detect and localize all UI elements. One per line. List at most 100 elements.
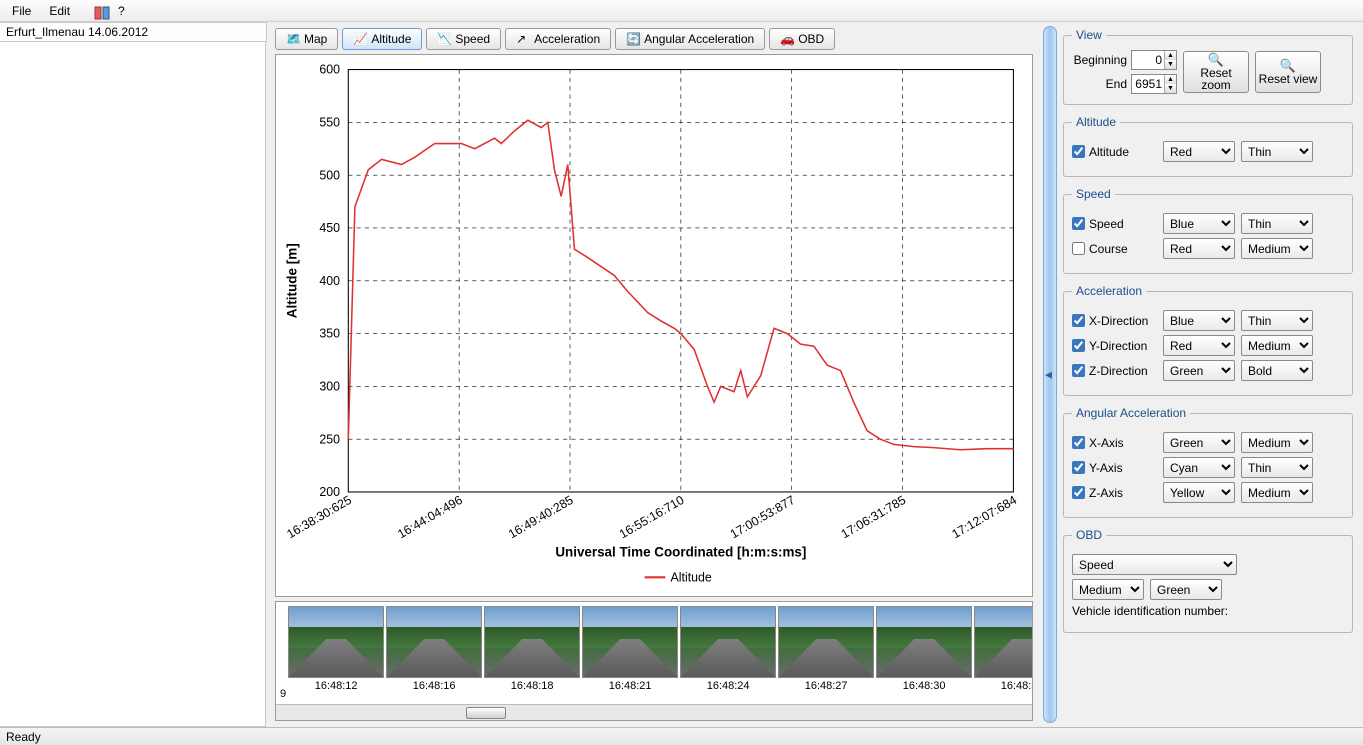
tab-obd[interactable]: 🚗OBD [769,28,835,50]
accel-checkbox-label[interactable]: X-Direction [1072,314,1157,328]
thumbnail-item[interactable]: 16:48:33 [974,606,1032,700]
obd-color-select[interactable]: Green [1150,579,1222,600]
svg-text:Universal Time Coordinated [h:: Universal Time Coordinated [h:m:s:ms] [555,544,806,559]
spin-down[interactable]: ▼ [1165,84,1176,93]
tab-map[interactable]: 🗺️ Map [275,28,338,50]
right-collapse-handle[interactable] [1043,26,1057,723]
menu-file[interactable]: File [4,2,39,20]
center-panel: 🗺️ Map 📈Altitude 📉 Speed ↗Acceleration🔄Angula… [267,22,1041,727]
accel-checkbox-label[interactable]: Z-Direction [1072,364,1157,378]
thumbnail-time: 16:48:33 [1001,680,1032,692]
spin-down[interactable]: ▼ [1165,60,1176,69]
thumbnail-item[interactable]: 16:48:12 [288,606,384,700]
map-icon: 🗺️ [286,32,300,46]
speed-icon: 📉 [437,32,451,46]
accel-checkbox[interactable] [1072,339,1085,352]
menu-help[interactable]: ? [110,2,133,20]
angular-checkbox[interactable] [1072,436,1085,449]
angular-checkbox-label[interactable]: X-Axis [1072,436,1157,450]
svg-text:Altitude [m]: Altitude [m] [285,243,300,318]
tab-label: Map [304,32,327,46]
accel-weight-select[interactable]: Medium [1241,335,1313,356]
svg-text:200: 200 [319,485,340,499]
accel-weight-select[interactable]: Bold [1241,360,1313,381]
speed-weight-select[interactable]: Thin [1241,213,1313,234]
accel-row: X-Direction Blue Thin [1072,310,1344,331]
accel-weight-select[interactable]: Thin [1241,310,1313,331]
spin-up[interactable]: ▲ [1165,75,1176,84]
beginning-input[interactable]: ▲▼ [1131,50,1177,70]
reset-view-label: Reset view [1259,73,1318,85]
altitude-weight-select[interactable]: Thin [1241,141,1313,162]
group-view: View Beginning ▲▼ End ▲▼ [1063,28,1353,105]
angular-weight-select[interactable]: Medium [1241,432,1313,453]
tab-angular-acceleration[interactable]: 🔄Angular Acceleration [615,28,765,50]
reset-view-button[interactable]: 🔍 Reset view [1255,51,1321,93]
speed-checkbox-label[interactable]: Course [1072,242,1157,256]
tab-label: OBD [798,32,824,46]
thumbnail-item[interactable]: 16:48:30 [876,606,972,700]
thumbnail-item[interactable]: 16:48:21 [582,606,678,700]
thumbnail-time: 16:48:18 [511,680,554,692]
tab-altitude[interactable]: 📈Altitude [342,28,422,50]
group-obd-title: OBD [1072,528,1106,542]
tab-label: Angular Acceleration [644,32,754,46]
thumbnail-item[interactable]: 16:48:27 [778,606,874,700]
thumbnail-image [680,606,776,678]
speed-checkbox[interactable] [1072,217,1085,230]
thumbnail-image [778,606,874,678]
menu-edit[interactable]: Edit [41,2,78,20]
angular-checkbox[interactable] [1072,461,1085,474]
altitude-color-select[interactable]: Red [1163,141,1235,162]
accel-checkbox[interactable] [1072,314,1085,327]
angular-color-select[interactable]: Cyan [1163,457,1235,478]
altitude-checkbox-label[interactable]: Altitude [1072,145,1157,159]
thumbnail-image [582,606,678,678]
speed-weight-select[interactable]: Medium [1241,238,1313,259]
thumbnail-item[interactable]: 16:48:18 [484,606,580,700]
accel-color-select[interactable]: Green [1163,360,1235,381]
obd-weight-select[interactable]: Medium [1072,579,1144,600]
thumbnail-scrollbar[interactable] [276,704,1032,720]
accel-color-select[interactable]: Red [1163,335,1235,356]
tab-label: Speed [455,32,490,46]
thumbnail-time: 16:48:24 [707,680,750,692]
altitude-chart[interactable]: 20025030035040045050055060016:38:30:6251… [275,54,1033,597]
angular-checkbox-label[interactable]: Y-Axis [1072,461,1157,475]
svg-text:500: 500 [319,168,340,182]
speed-color-select[interactable]: Red [1163,238,1235,259]
app-icon[interactable] [86,3,102,19]
speed-row: Course Red Medium [1072,238,1344,259]
angular-weight-select[interactable]: Medium [1241,482,1313,503]
thumbnail-item[interactable]: 16:48:24 [680,606,776,700]
group-speed-title: Speed [1072,187,1115,201]
accel-color-select[interactable]: Blue [1163,310,1235,331]
angular-checkbox[interactable] [1072,486,1085,499]
angular-color-select[interactable]: Yellow [1163,482,1235,503]
accel-icon: ↗ [516,32,530,46]
speed-color-select[interactable]: Blue [1163,213,1235,234]
end-value[interactable] [1132,75,1164,93]
angular-row: X-Axis Green Medium [1072,432,1344,453]
altitude-checkbox[interactable] [1072,145,1085,158]
scrollbar-thumb[interactable] [466,707,506,719]
tab-acceleration[interactable]: ↗Acceleration [505,28,611,50]
svg-text:16:49:40:285: 16:49:40:285 [506,493,576,542]
end-input[interactable]: ▲▼ [1131,74,1177,94]
speed-checkbox-label[interactable]: Speed [1072,217,1157,231]
accel-checkbox[interactable] [1072,364,1085,377]
beginning-value[interactable] [1132,51,1164,69]
obd-metric-select[interactable]: Speed [1072,554,1237,575]
tab-speed[interactable]: 📉 Speed [426,28,501,50]
reset-zoom-button[interactable]: 🔍 Reset zoom [1183,51,1249,93]
speed-checkbox[interactable] [1072,242,1085,255]
accel-checkbox-label[interactable]: Y-Direction [1072,339,1157,353]
altitude-label: Altitude [1089,145,1129,159]
thumbnail-item[interactable]: 16:48:16 [386,606,482,700]
spin-up[interactable]: ▲ [1165,51,1176,60]
angular-checkbox-label[interactable]: Z-Axis [1072,486,1157,500]
accel-row: Y-Direction Red Medium [1072,335,1344,356]
angular-weight-select[interactable]: Thin [1241,457,1313,478]
angular-color-select[interactable]: Green [1163,432,1235,453]
svg-text:17:12:07:684: 17:12:07:684 [949,493,1019,542]
